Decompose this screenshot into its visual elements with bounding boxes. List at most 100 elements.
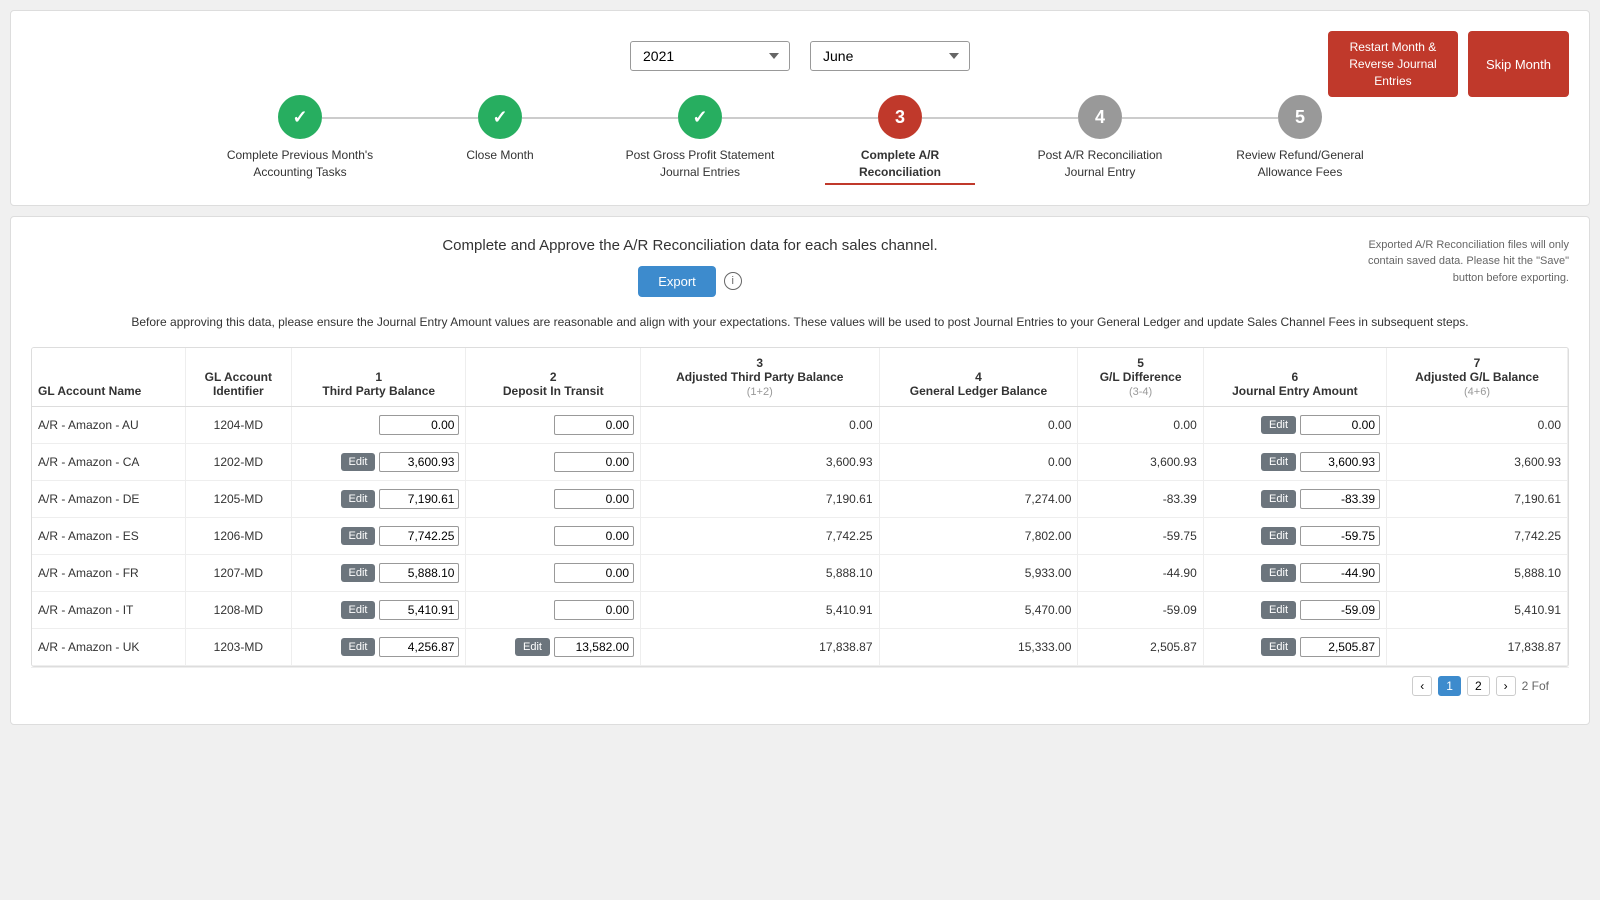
edit-journal-btn[interactable]: Edit [1261,453,1296,471]
col-gl-account-id: GL AccountIdentifier [185,348,291,407]
cell-third-party[interactable]: Edit [291,554,466,591]
journal-input[interactable] [1300,600,1380,620]
export-row: Export i [31,266,1349,297]
third-party-input[interactable] [379,563,459,583]
edit-journal-btn[interactable]: Edit [1261,490,1296,508]
info-icon[interactable]: i [724,272,742,290]
col-adjusted-gl: 7Adjusted G/L Balance(4+6) [1387,348,1568,407]
edit-journal-btn[interactable]: Edit [1261,601,1296,619]
cell-third-party[interactable]: Edit [291,443,466,480]
table-header-row: GL Account Name GL AccountIdentifier 1Th… [32,348,1568,407]
cell-journal-entry[interactable]: Edit [1203,628,1386,665]
cell-general-ledger: 5,933.00 [879,554,1078,591]
cell-gl-id: 1202-MD [185,443,291,480]
edit-journal-btn[interactable]: Edit [1261,527,1296,545]
cell-gl-id: 1208-MD [185,591,291,628]
step-3-label: Post Gross Profit Statement Journal Entr… [625,147,775,181]
step-6-label: Review Refund/General Allowance Fees [1225,147,1375,181]
main-header: Complete and Approve the A/R Reconciliat… [31,237,1569,297]
main-header-left: Complete and Approve the A/R Reconciliat… [31,237,1349,297]
third-party-input[interactable] [379,637,459,657]
cell-adjusted-third: 0.00 [641,406,880,443]
pagination-page-2[interactable]: 2 [1467,676,1490,696]
cell-adjusted-gl: 17,838.87 [1387,628,1568,665]
table-row: A/R - Amazon - CA1202-MD Edit 3,600.930.… [32,443,1568,480]
cell-adjusted-gl: 5,410.91 [1387,591,1568,628]
edit-third-btn[interactable]: Edit [341,564,376,582]
cell-deposit[interactable]: Edit [466,628,641,665]
skip-month-button[interactable]: Skip Month [1468,31,1569,97]
table-container: GL Account Name GL AccountIdentifier 1Th… [31,347,1569,667]
step-5: 4 Post A/R Reconciliation Journal Entry [1000,95,1200,181]
cell-journal-entry[interactable]: Edit [1203,591,1386,628]
journal-input[interactable] [1300,415,1380,435]
step-3: ✓ Post Gross Profit Statement Journal En… [600,95,800,181]
cell-journal-entry[interactable]: Edit [1203,480,1386,517]
deposit-input[interactable] [554,637,634,657]
cell-adjusted-gl: 3,600.93 [1387,443,1568,480]
edit-third-btn[interactable]: Edit [341,638,376,656]
cell-journal-entry[interactable]: Edit [1203,517,1386,554]
journal-input[interactable] [1300,489,1380,509]
deposit-input [554,526,634,546]
edit-third-btn[interactable]: Edit [341,490,376,508]
cell-deposit [466,591,641,628]
cell-journal-entry[interactable]: Edit [1203,554,1386,591]
table-row: A/R - Amazon - DE1205-MD Edit 7,190.617,… [32,480,1568,517]
cell-third-party[interactable]: Edit [291,480,466,517]
deposit-input [554,452,634,472]
third-party-input[interactable] [379,526,459,546]
table-row: A/R - Amazon - UK1203-MD Edit Edit 17,83… [32,628,1568,665]
step-1-circle: ✓ [278,95,322,139]
third-party-input[interactable] [379,489,459,509]
pagination-next[interactable]: › [1496,676,1516,696]
journal-input[interactable] [1300,563,1380,583]
edit-third-btn[interactable]: Edit [341,601,376,619]
cell-deposit [466,406,641,443]
year-select[interactable]: 2021 2020 2019 2022 [630,41,790,71]
edit-third-btn[interactable]: Edit [341,453,376,471]
pagination-prev[interactable]: ‹ [1412,676,1432,696]
cell-general-ledger: 7,802.00 [879,517,1078,554]
cell-gl-name: A/R - Amazon - DE [32,480,185,517]
pagination-page-1[interactable]: 1 [1438,676,1461,696]
deposit-input [554,415,634,435]
export-button[interactable]: Export [638,266,716,297]
edit-journal-btn[interactable]: Edit [1261,564,1296,582]
col-deposit: 2Deposit In Transit [466,348,641,407]
cell-gl-id: 1205-MD [185,480,291,517]
deposit-input [554,489,634,509]
month-select[interactable]: JanuaryFebruaryMarch AprilMayJune JulyAu… [810,41,970,71]
journal-input[interactable] [1300,452,1380,472]
cell-gl-diff: -59.75 [1078,517,1203,554]
cell-third-party[interactable]: Edit [291,591,466,628]
third-party-input[interactable] [379,600,459,620]
cell-journal-entry[interactable]: Edit [1203,406,1386,443]
third-party-input[interactable] [379,452,459,472]
journal-input[interactable] [1300,637,1380,657]
steps-row: ✓ Complete Previous Month's Accounting T… [31,95,1569,185]
step-2: ✓ Close Month [400,95,600,164]
journal-input[interactable] [1300,526,1380,546]
edit-deposit-btn[interactable]: Edit [515,638,550,656]
cell-gl-diff: 0.00 [1078,406,1203,443]
cell-gl-diff: -44.90 [1078,554,1203,591]
reconciliation-table: GL Account Name GL AccountIdentifier 1Th… [32,348,1568,666]
cell-adjusted-gl: 7,742.25 [1387,517,1568,554]
step-1: ✓ Complete Previous Month's Accounting T… [200,95,400,181]
step-5-label: Post A/R Reconciliation Journal Entry [1025,147,1175,181]
cell-journal-entry[interactable]: Edit [1203,443,1386,480]
cell-gl-name: A/R - Amazon - IT [32,591,185,628]
step-2-circle: ✓ [478,95,522,139]
cell-third-party[interactable]: Edit [291,628,466,665]
cell-adjusted-third: 5,888.10 [641,554,880,591]
edit-journal-btn[interactable]: Edit [1261,638,1296,656]
restart-button[interactable]: Restart Month & Reverse Journal Entries [1328,31,1458,97]
step-3-circle: ✓ [678,95,722,139]
col-gl-diff: 5G/L Difference(3-4) [1078,348,1203,407]
cell-third-party[interactable]: Edit [291,517,466,554]
cell-gl-id: 1204-MD [185,406,291,443]
edit-journal-btn[interactable]: Edit [1261,416,1296,434]
cell-gl-name: A/R - Amazon - ES [32,517,185,554]
edit-third-btn[interactable]: Edit [341,527,376,545]
